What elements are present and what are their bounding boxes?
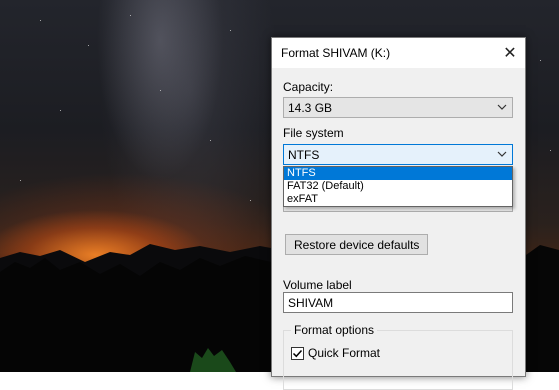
format-options-legend: Format options xyxy=(291,323,378,337)
checkmark-icon xyxy=(292,349,303,357)
capacity-select[interactable]: 14.3 GB xyxy=(283,97,513,118)
dialog-title: Format SHIVAM (K:) xyxy=(281,46,391,60)
restore-defaults-button[interactable]: Restore device defaults xyxy=(285,234,429,255)
volume-label-label: Volume label xyxy=(283,278,352,292)
file-system-label: File system xyxy=(283,126,344,140)
format-options-group: Format options Quick Format xyxy=(283,323,513,390)
file-system-option-exfat[interactable]: exFAT xyxy=(284,193,512,206)
file-system-select[interactable]: NTFS xyxy=(283,144,513,165)
close-icon: ✕ xyxy=(503,45,517,62)
file-system-option-ntfs[interactable]: NTFS xyxy=(284,167,512,180)
format-dialog: Format SHIVAM (K:) ✕ Capacity: 14.3 GB F… xyxy=(271,37,526,390)
quick-format-checkbox[interactable] xyxy=(291,346,304,360)
file-system-dropdown-list: NTFS FAT32 (Default) exFAT xyxy=(283,166,513,207)
title-bar[interactable]: Format SHIVAM (K:) ✕ xyxy=(272,38,525,68)
file-system-option-fat32[interactable]: FAT32 (Default) xyxy=(284,180,512,193)
file-system-value: NTFS xyxy=(288,147,320,162)
chevron-down-icon xyxy=(497,151,507,157)
capacity-label: Capacity: xyxy=(283,80,334,94)
volume-label-input[interactable]: SHIVAM xyxy=(283,292,513,313)
quick-format-label: Quick Format xyxy=(308,346,381,360)
chevron-down-icon xyxy=(497,104,507,110)
close-button[interactable]: ✕ xyxy=(495,38,525,68)
quick-format-option[interactable]: Quick Format xyxy=(291,346,380,360)
capacity-value: 14.3 GB xyxy=(288,100,333,115)
